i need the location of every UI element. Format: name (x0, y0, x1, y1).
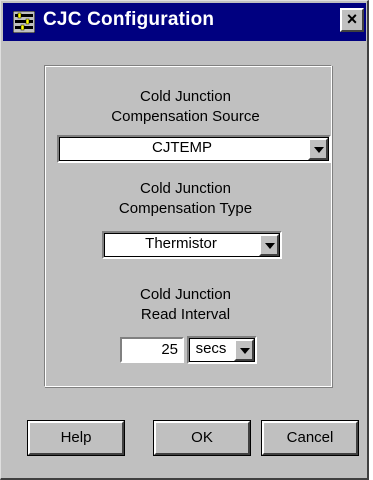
chevron-down-icon (314, 147, 324, 153)
type-label-line1: Cold Junction (140, 180, 231, 197)
cjc-configuration-dialog: CJC Configuration × Cold Junction Compen… (0, 0, 369, 480)
source-label-line1: Cold Junction (140, 88, 231, 105)
chevron-down-icon (240, 348, 250, 354)
config-icon (13, 11, 35, 33)
interval-label-line2: Read Interval (140, 306, 231, 323)
source-select[interactable]: CJTEMP (57, 135, 331, 163)
close-icon: × (346, 9, 358, 29)
type-label-line2: Compensation Type (118, 200, 253, 217)
source-label-line2: Compensation Source (111, 108, 260, 125)
type-select[interactable]: Thermistor (102, 231, 282, 259)
interval-unit-select[interactable]: secs (187, 336, 257, 364)
interval-unit-value: secs (195, 340, 227, 357)
source-dropdown-button[interactable] (308, 138, 328, 160)
cancel-button[interactable]: Cancel (261, 420, 359, 456)
source-select-value: CJTEMP (152, 139, 212, 156)
window-title: CJC Configuration (43, 9, 215, 30)
ok-button[interactable]: OK (153, 420, 251, 456)
type-dropdown-button[interactable] (259, 234, 279, 256)
type-select-value: Thermistor (145, 235, 217, 252)
chevron-down-icon (265, 243, 275, 249)
title-bar[interactable]: CJC Configuration × (3, 3, 366, 41)
interval-input[interactable]: 25 (120, 337, 184, 363)
help-button[interactable]: Help (27, 420, 125, 456)
interval-label-line1: Cold Junction (140, 286, 231, 303)
close-button[interactable]: × (340, 8, 364, 32)
interval-unit-dropdown-button[interactable] (234, 339, 254, 361)
